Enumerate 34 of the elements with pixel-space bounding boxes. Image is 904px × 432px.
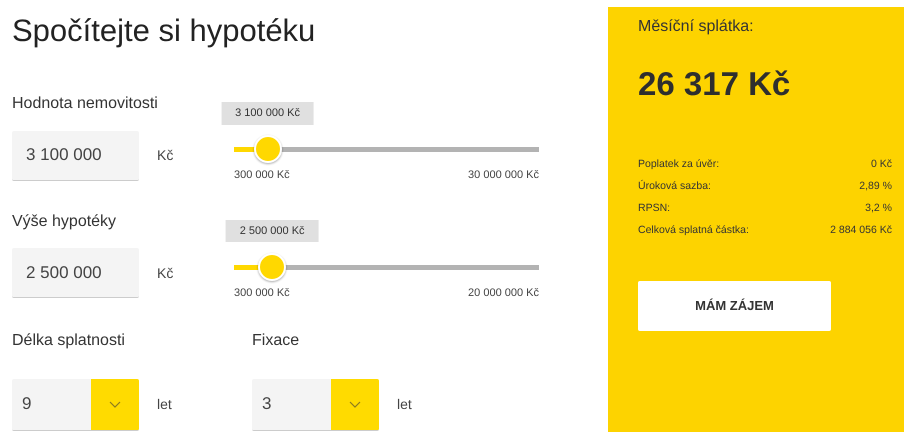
slider-handle[interactable] <box>254 135 282 164</box>
slider-min-label: 300 000 Kč <box>234 286 290 301</box>
summary-label: Úroková sazba: <box>638 178 711 194</box>
summary-value: 2,89 % <box>859 178 892 194</box>
interest-button[interactable]: MÁM ZÁJEM <box>638 280 831 330</box>
slider-tooltip: 2 500 000 Kč <box>226 220 319 242</box>
dropdown-button[interactable] <box>91 378 139 430</box>
field-label: Výše hypotéky <box>12 212 116 231</box>
slider-min-label: 300 000 Kč <box>234 168 290 184</box>
unit-label: let <box>156 395 173 414</box>
chevron-down-icon <box>109 400 121 408</box>
slider-max-label: 30 000 000 Kč <box>468 168 539 184</box>
amount-input[interactable]: 3 100 000 <box>12 130 139 181</box>
slider-max-label: 20 000 000 Kč <box>468 286 539 301</box>
amount-input[interactable]: 2 500 000 <box>12 248 139 298</box>
field-label: Fixace <box>252 331 300 351</box>
slider-handle[interactable] <box>258 252 286 281</box>
chevron-down-icon <box>349 400 361 408</box>
summary-label: Celková splatná částka: <box>638 222 749 238</box>
summary-label: RPSN: <box>638 200 670 216</box>
field-label: Délka splatnosti <box>12 331 125 351</box>
field-label: Hodnota nemovitosti <box>12 94 158 114</box>
dropdown-button[interactable] <box>331 378 379 430</box>
summary-value: 3,2 % <box>865 200 892 216</box>
page-title: Spočítejte si hypotéku <box>12 14 316 48</box>
summary-heading: Měsíční splátka: <box>638 17 755 37</box>
summary-value: 2 884 056 Kč <box>830 222 892 238</box>
unit-label: Kč <box>156 146 174 166</box>
summary-label: Poplatek za úvěr: <box>638 156 720 172</box>
unit-label: Kč <box>156 264 174 283</box>
summary-value: 0 Kč <box>870 156 892 172</box>
unit-label: let <box>396 395 413 414</box>
monthly-payment: 26 317 Kč <box>638 64 792 104</box>
slider-tooltip: 3 100 000 Kč <box>221 102 314 125</box>
